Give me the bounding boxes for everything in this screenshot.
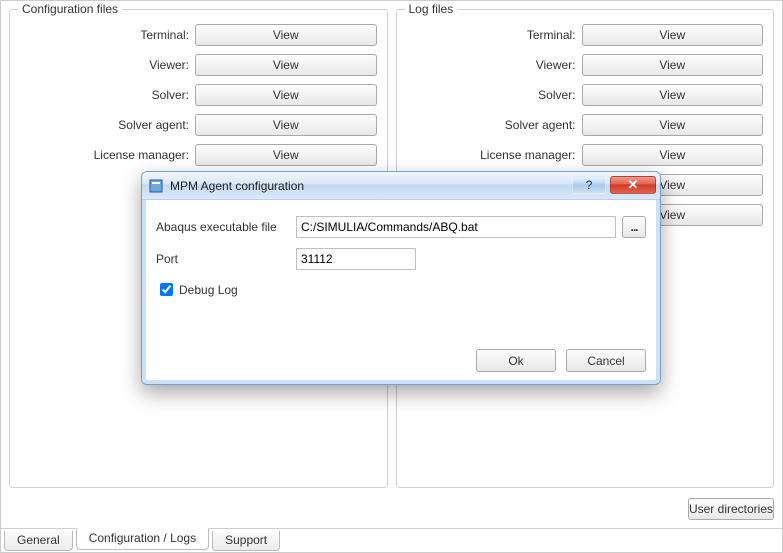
port-row: Port	[156, 248, 646, 270]
config-row-solver-agent: Solver agent: View	[20, 114, 377, 136]
log-legend: Log files	[405, 2, 458, 16]
cancel-button[interactable]: Cancel	[566, 349, 646, 372]
tab-strip: General Configuration / Logs Support	[1, 528, 782, 552]
dialog-close-button[interactable]: ✕	[610, 176, 656, 194]
log-label-license-manager: License manager:	[407, 148, 582, 162]
debug-log-row: Debug Log	[156, 280, 646, 299]
browse-button[interactable]: ...	[622, 216, 646, 238]
config-view-viewer-button[interactable]: View	[195, 54, 377, 76]
tab-configuration-logs[interactable]: Configuration / Logs	[76, 528, 209, 550]
dialog-titlebar[interactable]: MPM Agent configuration ? ✕	[142, 172, 660, 200]
debug-log-checkbox[interactable]	[160, 283, 173, 296]
app-window: Configuration files Terminal: View Viewe…	[0, 0, 783, 553]
log-row-viewer: Viewer: View	[407, 54, 764, 76]
log-row-terminal: Terminal: View	[407, 24, 764, 46]
dialog-help-button[interactable]: ?	[572, 176, 606, 194]
log-view-solver-agent-button[interactable]: View	[582, 114, 764, 136]
tab-support[interactable]: Support	[212, 531, 280, 551]
config-label-viewer: Viewer:	[20, 58, 195, 72]
ok-button[interactable]: Ok	[476, 349, 556, 372]
dialog-body: Abaqus executable file ... Port Debug Lo…	[142, 200, 660, 384]
log-view-license-manager-button[interactable]: View	[582, 144, 764, 166]
log-label-terminal: Terminal:	[407, 28, 582, 42]
log-label-viewer: Viewer:	[407, 58, 582, 72]
log-view-terminal-button[interactable]: View	[582, 24, 764, 46]
log-label-solver-agent: Solver agent:	[407, 118, 582, 132]
tab-general[interactable]: General	[4, 531, 73, 551]
config-legend: Configuration files	[18, 2, 122, 16]
config-view-license-manager-button[interactable]: View	[195, 144, 377, 166]
log-view-solver-button[interactable]: View	[582, 84, 764, 106]
config-label-terminal: Terminal:	[20, 28, 195, 42]
log-row-license-manager: License manager: View	[407, 144, 764, 166]
abq-path-input[interactable]	[296, 216, 616, 238]
config-label-solver: Solver:	[20, 88, 195, 102]
port-input[interactable]	[296, 248, 416, 270]
user-directories-button[interactable]: User directories	[688, 498, 774, 520]
log-label-solver: Solver:	[407, 88, 582, 102]
debug-log-label[interactable]: Debug Log	[179, 283, 238, 297]
config-row-viewer: Viewer: View	[20, 54, 377, 76]
config-view-terminal-button[interactable]: View	[195, 24, 377, 46]
log-row-solver: Solver: View	[407, 84, 764, 106]
log-view-viewer-button[interactable]: View	[582, 54, 764, 76]
mpm-agent-config-dialog: MPM Agent configuration ? ✕ Abaqus execu…	[141, 171, 661, 385]
dialog-button-row: Ok Cancel	[156, 349, 646, 372]
log-row-solver-agent: Solver agent: View	[407, 114, 764, 136]
abq-path-row: Abaqus executable file ...	[156, 216, 646, 238]
app-icon	[148, 178, 164, 194]
main-area: Configuration files Terminal: View Viewe…	[1, 1, 782, 528]
config-label-license-manager: License manager:	[20, 148, 195, 162]
config-row-license-manager: License manager: View	[20, 144, 377, 166]
config-row-terminal: Terminal: View	[20, 24, 377, 46]
config-view-solver-button[interactable]: View	[195, 84, 377, 106]
config-label-solver-agent: Solver agent:	[20, 118, 195, 132]
port-label: Port	[156, 252, 296, 266]
abq-path-label: Abaqus executable file	[156, 220, 296, 234]
config-row-solver: Solver: View	[20, 84, 377, 106]
dialog-title: MPM Agent configuration	[170, 179, 304, 193]
config-view-solver-agent-button[interactable]: View	[195, 114, 377, 136]
